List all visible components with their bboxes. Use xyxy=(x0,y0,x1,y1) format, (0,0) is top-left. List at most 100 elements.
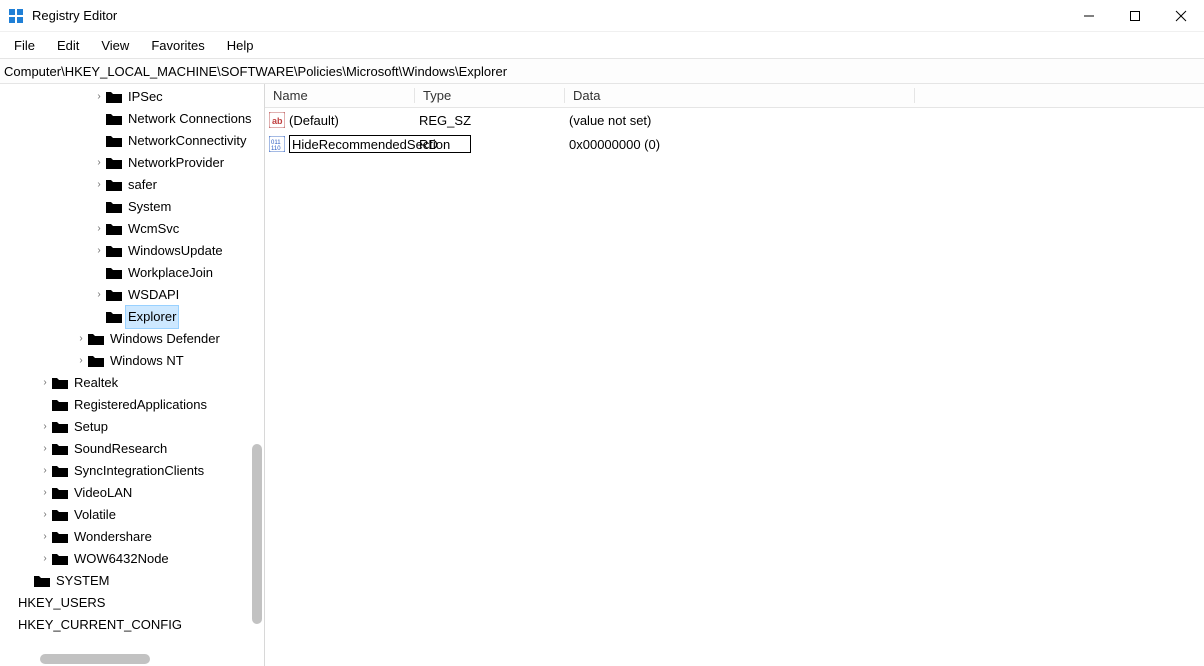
tree-item[interactable]: › Volatile xyxy=(0,504,264,526)
tree-item-label: Windows Defender xyxy=(108,328,222,350)
folder-icon xyxy=(52,420,68,434)
string-value-icon xyxy=(269,112,285,128)
expand-toggle[interactable]: › xyxy=(74,350,88,372)
tree-item-label: NetworkProvider xyxy=(126,152,226,174)
expand-toggle[interactable]: › xyxy=(38,372,52,394)
tree-vertical-scrollbar[interactable] xyxy=(252,444,262,624)
folder-icon xyxy=(106,222,122,236)
window-title: Registry Editor xyxy=(32,8,117,23)
folder-icon xyxy=(34,574,50,588)
tree-item-label: HKEY_CURRENT_CONFIG xyxy=(16,614,184,636)
column-header-type[interactable]: Type xyxy=(415,88,565,103)
value-name: (Default) xyxy=(289,113,339,128)
tree-item[interactable]: › SoundResearch xyxy=(0,438,264,460)
tree-item-label: Windows NT xyxy=(108,350,186,372)
folder-icon xyxy=(106,244,122,258)
expand-toggle[interactable]: › xyxy=(38,416,52,438)
minimize-button[interactable] xyxy=(1066,0,1112,32)
expand-toggle[interactable]: › xyxy=(92,218,106,240)
tree-item[interactable]: › Windows NT xyxy=(0,350,264,372)
tree-item[interactable]: › NetworkProvider xyxy=(0,152,264,174)
folder-icon xyxy=(52,398,68,412)
expand-toggle[interactable]: › xyxy=(92,240,106,262)
column-header-name[interactable]: Name xyxy=(265,88,415,103)
expand-toggle[interactable]: › xyxy=(92,284,106,306)
tree-item[interactable]: ›Realtek xyxy=(0,372,264,394)
tree-item-label: Volatile xyxy=(72,504,118,526)
expand-toggle[interactable]: › xyxy=(92,174,106,196)
tree-item[interactable]: Explorer xyxy=(0,306,264,328)
tree-item-label: RegisteredApplications xyxy=(72,394,209,416)
tree-item[interactable]: RegisteredApplications xyxy=(0,394,264,416)
folder-icon xyxy=(52,530,68,544)
folder-icon xyxy=(52,464,68,478)
expand-toggle[interactable]: › xyxy=(38,548,52,570)
expand-toggle[interactable]: › xyxy=(38,438,52,460)
tree-item-label: SyncIntegrationClients xyxy=(72,460,206,482)
column-header-data[interactable]: Data xyxy=(565,88,915,103)
close-button[interactable] xyxy=(1158,0,1204,32)
expand-toggle[interactable]: › xyxy=(38,460,52,482)
value-name-cell: (Default) xyxy=(269,112,411,128)
value-type: RD xyxy=(411,137,561,152)
menu-favorites[interactable]: Favorites xyxy=(141,35,214,56)
tree-item[interactable]: ›safer xyxy=(0,174,264,196)
tree-item[interactable]: System xyxy=(0,196,264,218)
expand-toggle[interactable]: › xyxy=(38,526,52,548)
tree-item[interactable]: ›WindowsUpdate xyxy=(0,240,264,262)
folder-icon xyxy=(106,134,122,148)
tree-item[interactable]: NetworkConnectivity xyxy=(0,130,264,152)
tree-item[interactable]: ›Setup xyxy=(0,416,264,438)
tree-item[interactable]: ›IPSec xyxy=(0,86,264,108)
tree-item[interactable]: › Windows Defender xyxy=(0,328,264,350)
value-row[interactable]: (Default)REG_SZ(value not set) xyxy=(265,108,1204,132)
tree-item-label: Explorer xyxy=(126,306,178,328)
folder-icon xyxy=(106,310,122,324)
expand-toggle[interactable]: › xyxy=(74,328,88,350)
value-row[interactable]: RD0x00000000 (0) xyxy=(265,132,1204,156)
tree-item[interactable]: ›WSDAPI xyxy=(0,284,264,306)
folder-icon xyxy=(52,486,68,500)
tree-item[interactable]: › VideoLAN xyxy=(0,482,264,504)
menu-view[interactable]: View xyxy=(91,35,139,56)
expand-toggle[interactable]: › xyxy=(92,152,106,174)
maximize-button[interactable] xyxy=(1112,0,1158,32)
tree-item[interactable]: HKEY_USERS xyxy=(0,592,264,614)
menu-file[interactable]: File xyxy=(4,35,45,56)
tree-item-label: WorkplaceJoin xyxy=(126,262,215,284)
value-data: 0x00000000 (0) xyxy=(561,137,911,152)
tree-item[interactable]: WorkplaceJoin xyxy=(0,262,264,284)
tree-item-label: SYSTEM xyxy=(54,570,111,592)
menu-bar: File Edit View Favorites Help xyxy=(0,32,1204,58)
value-list[interactable]: (Default)REG_SZ(value not set)RD0x000000… xyxy=(265,108,1204,666)
window-controls xyxy=(1066,0,1204,32)
tree-item[interactable]: HKEY_CURRENT_CONFIG xyxy=(0,614,264,636)
expand-toggle[interactable]: › xyxy=(92,86,106,108)
expand-toggle[interactable]: › xyxy=(38,482,52,504)
value-name-cell xyxy=(269,135,411,153)
tree-item-label: System xyxy=(126,196,173,218)
tree-item[interactable]: SYSTEM xyxy=(0,570,264,592)
list-header: Name Type Data xyxy=(265,84,1204,108)
tree-item[interactable]: ›WcmSvc xyxy=(0,218,264,240)
folder-icon xyxy=(106,266,122,280)
registry-tree[interactable]: ›IPSecNetwork ConnectionsNetworkConnecti… xyxy=(0,84,264,636)
tree-item[interactable]: Network Connections xyxy=(0,108,264,130)
title-bar: Registry Editor xyxy=(0,0,1204,32)
value-list-pane: Name Type Data (Default)REG_SZ(value not… xyxy=(265,84,1204,666)
folder-icon xyxy=(88,332,104,346)
tree-item[interactable]: ›WOW6432Node xyxy=(0,548,264,570)
tree-item-label: VideoLAN xyxy=(72,482,134,504)
tree-item[interactable]: › Wondershare xyxy=(0,526,264,548)
menu-help[interactable]: Help xyxy=(217,35,264,56)
address-path: Computer\HKEY_LOCAL_MACHINE\SOFTWARE\Pol… xyxy=(4,64,507,79)
tree-item-label: Wondershare xyxy=(72,526,154,548)
tree-item-label: HKEY_USERS xyxy=(16,592,107,614)
address-bar[interactable]: Computer\HKEY_LOCAL_MACHINE\SOFTWARE\Pol… xyxy=(0,58,1204,84)
menu-edit[interactable]: Edit xyxy=(47,35,89,56)
main-split: ›IPSecNetwork ConnectionsNetworkConnecti… xyxy=(0,84,1204,666)
tree-item-label: SoundResearch xyxy=(72,438,169,460)
tree-item[interactable]: › SyncIntegrationClients xyxy=(0,460,264,482)
tree-horizontal-scrollbar[interactable] xyxy=(40,654,150,664)
expand-toggle[interactable]: › xyxy=(38,504,52,526)
